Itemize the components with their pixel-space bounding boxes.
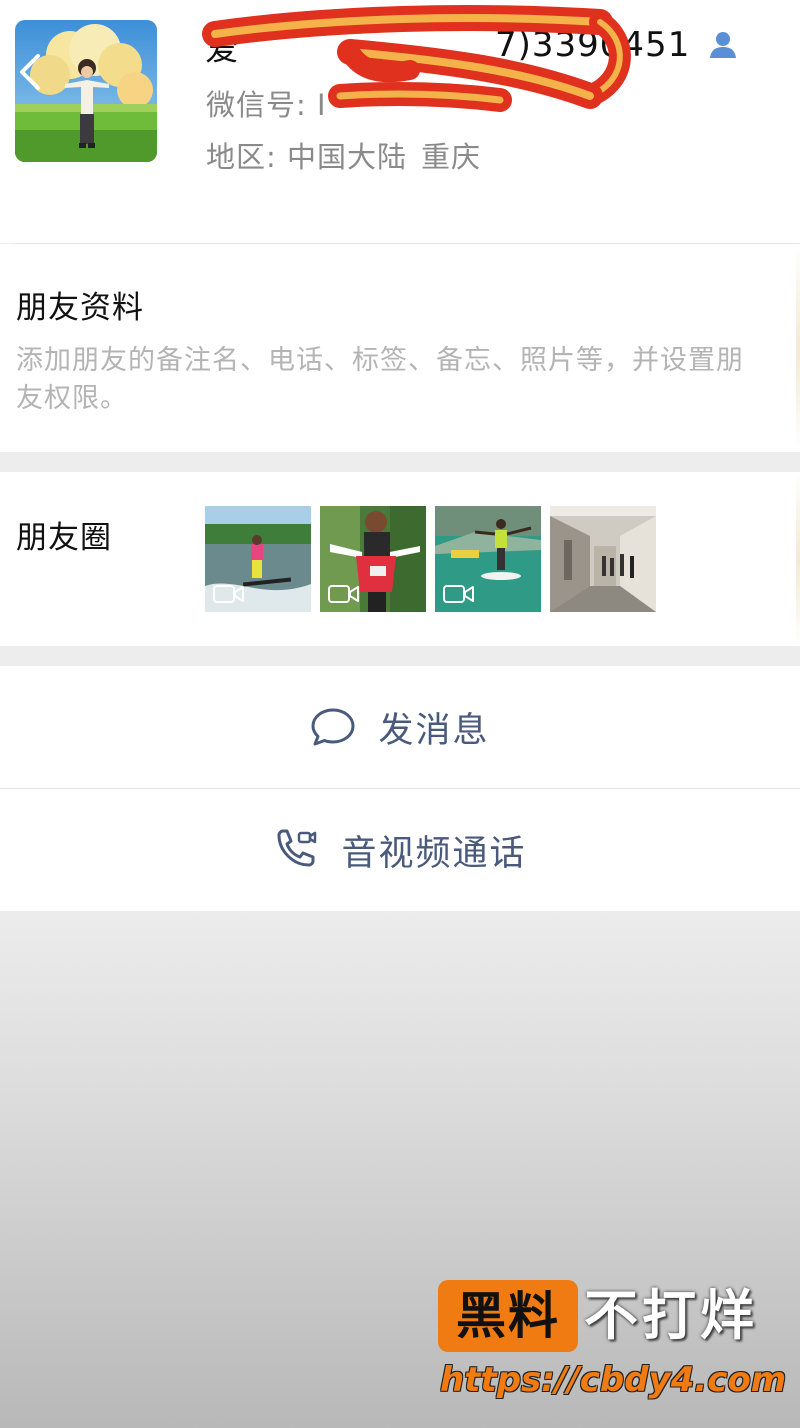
watermark-url: https://cbdy4.com	[440, 1360, 787, 1400]
wechat-id-label: 微信号:	[206, 88, 307, 122]
moments-thumbnail[interactable]	[435, 506, 541, 612]
watermark-tail: 不打烊	[584, 1284, 758, 1347]
friend-info-row[interactable]: 朋友资料 添加朋友的备注名、电话、标签、备忘、照片等，并设置朋 友权限。	[0, 244, 800, 452]
scroll-edge	[796, 472, 800, 646]
voice-video-call-button[interactable]: 音视频通话	[0, 789, 800, 911]
contact-person-icon	[710, 32, 737, 58]
voice-video-call-label: 音视频通话	[341, 833, 527, 874]
moments-row[interactable]: 朋友圈	[0, 472, 800, 646]
scroll-edge	[796, 244, 800, 452]
video-camera-icon	[213, 585, 244, 603]
region-country: 中国大陆	[287, 140, 408, 174]
profile-name: 爱	[205, 28, 240, 69]
profile-name-row: 爱 7)3390451	[205, 22, 740, 69]
region-label: 地区:	[206, 140, 277, 174]
friend-info-description-line1: 添加朋友的备注名、电话、标签、备忘、照片等，并设置朋	[16, 345, 744, 376]
region-city: 重庆	[421, 140, 482, 174]
chevron-left-icon	[20, 54, 40, 90]
back-button[interactable]	[14, 50, 50, 94]
moments-thumbnail[interactable]	[320, 506, 426, 612]
moments-thumbnail[interactable]	[550, 506, 656, 612]
chat-bubble-icon	[311, 708, 355, 746]
friend-info-description: 添加朋友的备注名、电话、标签、备忘、照片等，并设置朋 友权限。	[16, 342, 800, 418]
wechat-id-value: I	[317, 88, 327, 122]
send-message-button[interactable]: 发消息	[0, 666, 800, 788]
send-message-label: 发消息	[378, 710, 490, 751]
wechat-id-line: 微信号: I	[206, 82, 327, 124]
hallway-photo	[550, 506, 656, 612]
moments-thumbnail[interactable]	[205, 506, 311, 612]
video-camera-icon	[443, 585, 474, 603]
watermark-badge: 黑料	[438, 1280, 578, 1352]
profile-name-suffix: 7)3390451	[495, 25, 691, 65]
friend-info-title: 朋友资料	[16, 290, 144, 326]
video-camera-icon	[328, 585, 359, 603]
region-line: 地区: 中国大陆 重庆	[206, 134, 481, 176]
phone-video-icon	[277, 829, 317, 867]
friend-info-description-line2: 友权限。	[16, 383, 128, 414]
site-watermark: 黑料 不打烊 https://cbdy4.com	[438, 1278, 786, 1408]
profile-header: 爱 7)3390451 微信号: I 地区: 中国大陆 重庆	[0, 0, 800, 243]
moments-title: 朋友圈	[16, 520, 112, 556]
